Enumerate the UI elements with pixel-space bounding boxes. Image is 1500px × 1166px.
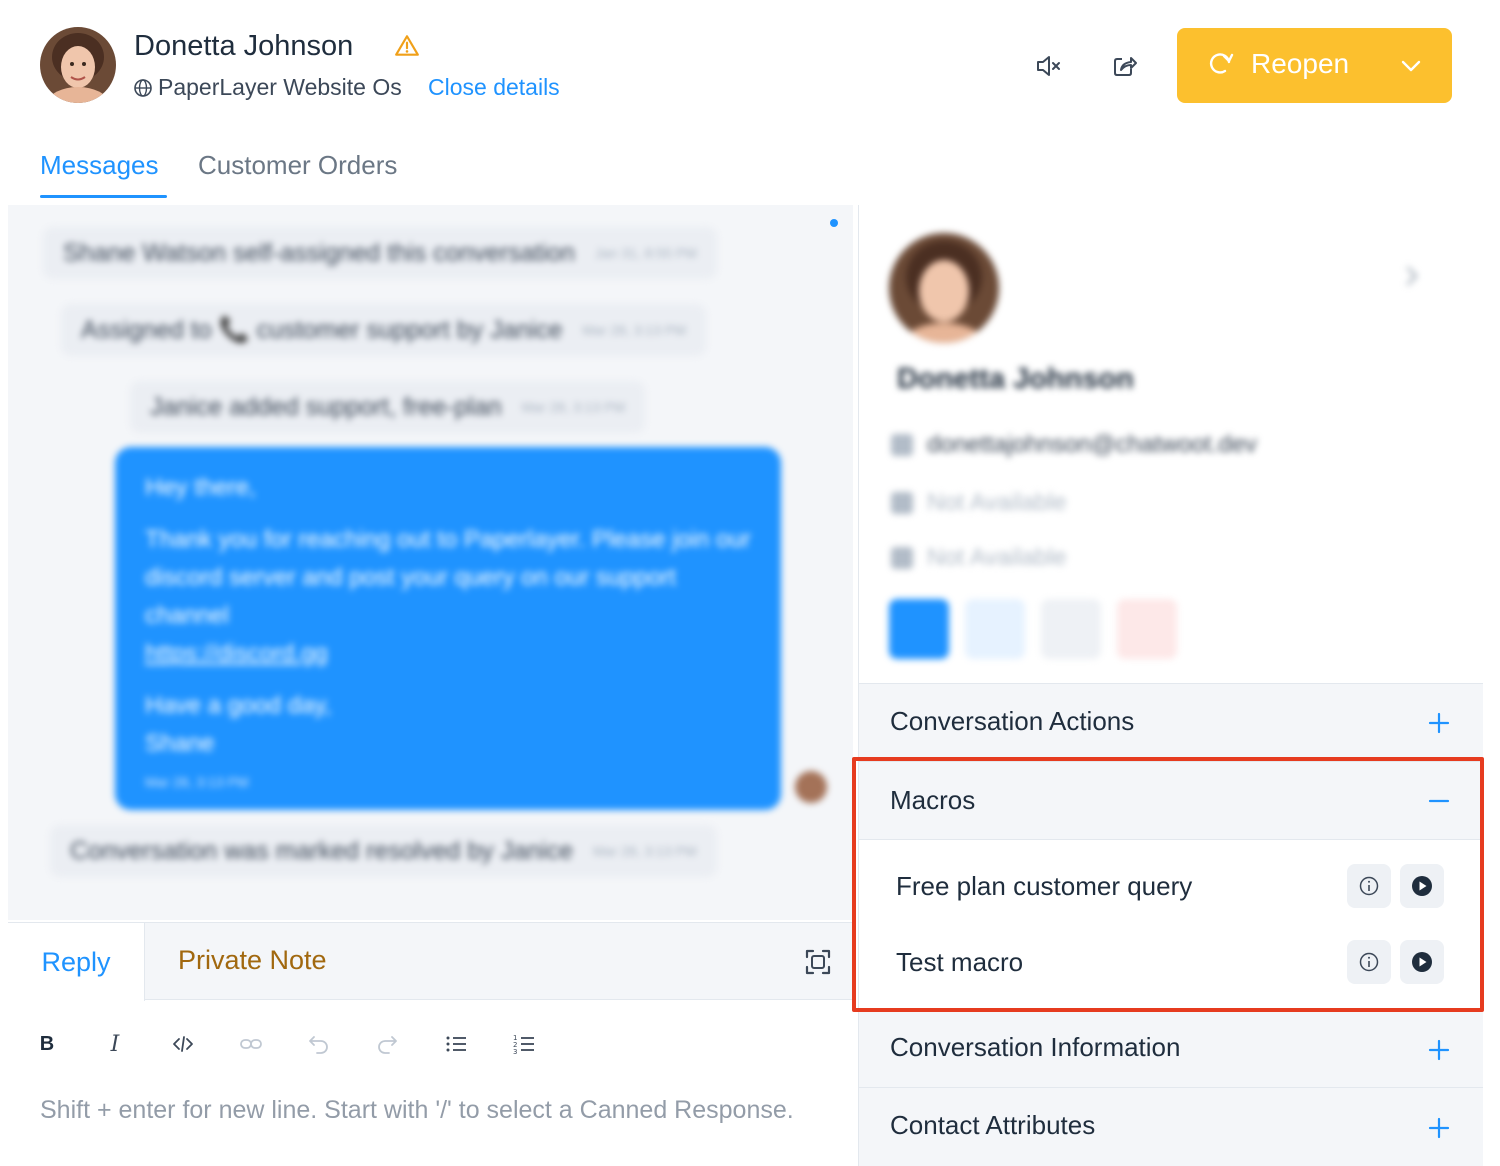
accordion-title[interactable]: Conversation Information (890, 1032, 1180, 1063)
message-closing: Have a good day, (145, 692, 332, 719)
link-button[interactable] (234, 1027, 268, 1061)
contact-avatar (40, 27, 116, 103)
active-tab-indicator (40, 195, 167, 198)
reply-mode-tabs: Reply Private Note (8, 923, 853, 1001)
svg-text:3: 3 (513, 1048, 517, 1055)
plus-icon[interactable] (1427, 711, 1451, 735)
macro-run-button[interactable] (1400, 940, 1444, 984)
activity-message: Assigned to 📞 customer support by Janice… (61, 304, 706, 356)
reopen-button[interactable]: Reopen (1177, 28, 1452, 103)
message-link[interactable]: https://discord.gg (145, 635, 751, 673)
macro-info-button[interactable] (1347, 864, 1391, 908)
mute-button[interactable] (1028, 46, 1068, 86)
tab-private-note[interactable]: Private Note (178, 945, 327, 976)
mute-icon (1037, 56, 1060, 76)
edit-contact-button[interactable] (965, 599, 1025, 659)
agent-avatar (795, 771, 827, 803)
accordion-title[interactable]: Conversation Actions (890, 706, 1134, 737)
macro-name: Test macro (896, 947, 1024, 977)
info-icon (1359, 876, 1379, 896)
reply-box: Reply Private Note B I 1 2 3 Shift + ent… (8, 922, 853, 1166)
undo-icon (309, 1036, 328, 1054)
code-button[interactable] (166, 1027, 200, 1061)
building-icon (891, 547, 913, 569)
delete-contact-button[interactable] (1117, 599, 1177, 659)
plus-icon[interactable] (1427, 1116, 1451, 1140)
message-greeting: Hey there, (145, 474, 256, 501)
tab-reply[interactable]: Reply (8, 923, 145, 1001)
accordion-contact-attributes[interactable]: Contact Attributes (859, 1087, 1483, 1166)
tab-customer-orders[interactable]: Customer Orders (198, 150, 397, 181)
bullet-list-button[interactable] (439, 1027, 473, 1061)
minus-icon[interactable] (1427, 789, 1451, 813)
accordion-conversation-information[interactable]: Conversation Information (859, 1009, 1483, 1087)
macro-run-button[interactable] (1400, 864, 1444, 908)
message-body: Thank you for reaching out to Paperlayer… (145, 526, 751, 629)
info-icon (1359, 952, 1379, 972)
message-time: Mar 28, 3:13 PM (145, 774, 249, 790)
activity-message: Shane Watson self-assigned this conversa… (43, 227, 717, 279)
accordion-conversation-actions[interactable]: Conversation Actions (859, 683, 1483, 760)
tab-messages[interactable]: Messages (40, 150, 159, 181)
reopen-label: Reopen (1251, 48, 1350, 79)
play-icon (1412, 952, 1432, 972)
accordion-title[interactable]: Macros (890, 785, 975, 816)
italic-button[interactable]: I (98, 1027, 132, 1061)
contact-company: Not Available (891, 544, 1067, 572)
outgoing-message-bubble: Hey there, Thank you for reaching out to… (115, 447, 781, 810)
code-icon (173, 1036, 193, 1052)
link-icon (240, 1039, 262, 1049)
activity-message: Conversation was marked resolved by Jani… (50, 825, 717, 877)
warning-icon (395, 35, 419, 56)
macro-name: Free plan customer query (896, 871, 1193, 901)
expand-icon[interactable] (804, 948, 832, 976)
message-signature: Shane (145, 730, 215, 757)
sidebar-contact-avatar (889, 233, 999, 343)
close-details-link[interactable]: Close details (428, 74, 560, 101)
mail-icon (891, 434, 913, 456)
reply-editor[interactable]: Shift + enter for new line. Start with '… (40, 1091, 820, 1130)
phone-icon (891, 492, 913, 514)
contact-phone: Not Available (891, 489, 1067, 517)
inbox-name: PaperLayer Website Os (158, 74, 402, 100)
italic-icon: I (110, 1031, 120, 1057)
reopen-icon (1209, 53, 1234, 74)
numbered-list-button[interactable]: 1 2 3 (507, 1027, 541, 1061)
contact-email[interactable]: donettajohnson@chatwoot.dev (891, 431, 1257, 459)
activity-message: Janice added support, free-plan Mar 28, 3… (130, 381, 646, 433)
conversation-header: Donetta Johnson PaperLayer Website Os Cl… (0, 0, 1500, 130)
macro-info-button[interactable] (1347, 940, 1391, 984)
numbered-list-icon: 1 2 3 (513, 1034, 534, 1055)
conversation-panel[interactable]: Shane Watson self-assigned this conversa… (8, 205, 853, 920)
play-icon (1412, 876, 1432, 896)
redo-button[interactable] (370, 1027, 404, 1061)
bold-button[interactable]: B (30, 1027, 64, 1061)
merge-contact-button[interactable] (1041, 599, 1101, 659)
bold-icon: B (39, 1032, 55, 1055)
share-icon (1114, 57, 1137, 76)
plus-icon[interactable] (1427, 1038, 1451, 1062)
accordion-macros[interactable]: Macros (859, 761, 1483, 839)
redo-icon (378, 1036, 397, 1054)
unread-dot (830, 219, 838, 227)
chevron-right-icon[interactable] (1399, 263, 1425, 289)
chevron-down-icon[interactable] (1399, 54, 1423, 78)
share-button[interactable] (1104, 46, 1144, 86)
undo-button[interactable] (302, 1027, 336, 1061)
macros-list: Free plan customer query Test macro (859, 839, 1483, 1009)
bullet-list-icon (446, 1036, 466, 1052)
contact-name: Donetta Johnson (134, 30, 354, 62)
globe-icon (134, 79, 152, 97)
sidebar-contact-name: Donetta Johnson (897, 363, 1134, 395)
accordion-title[interactable]: Contact Attributes (890, 1110, 1095, 1141)
contact-sidebar: Donetta Johnson donettajohnson@chatwoot.… (858, 205, 1483, 1166)
new-message-button[interactable] (889, 599, 949, 659)
